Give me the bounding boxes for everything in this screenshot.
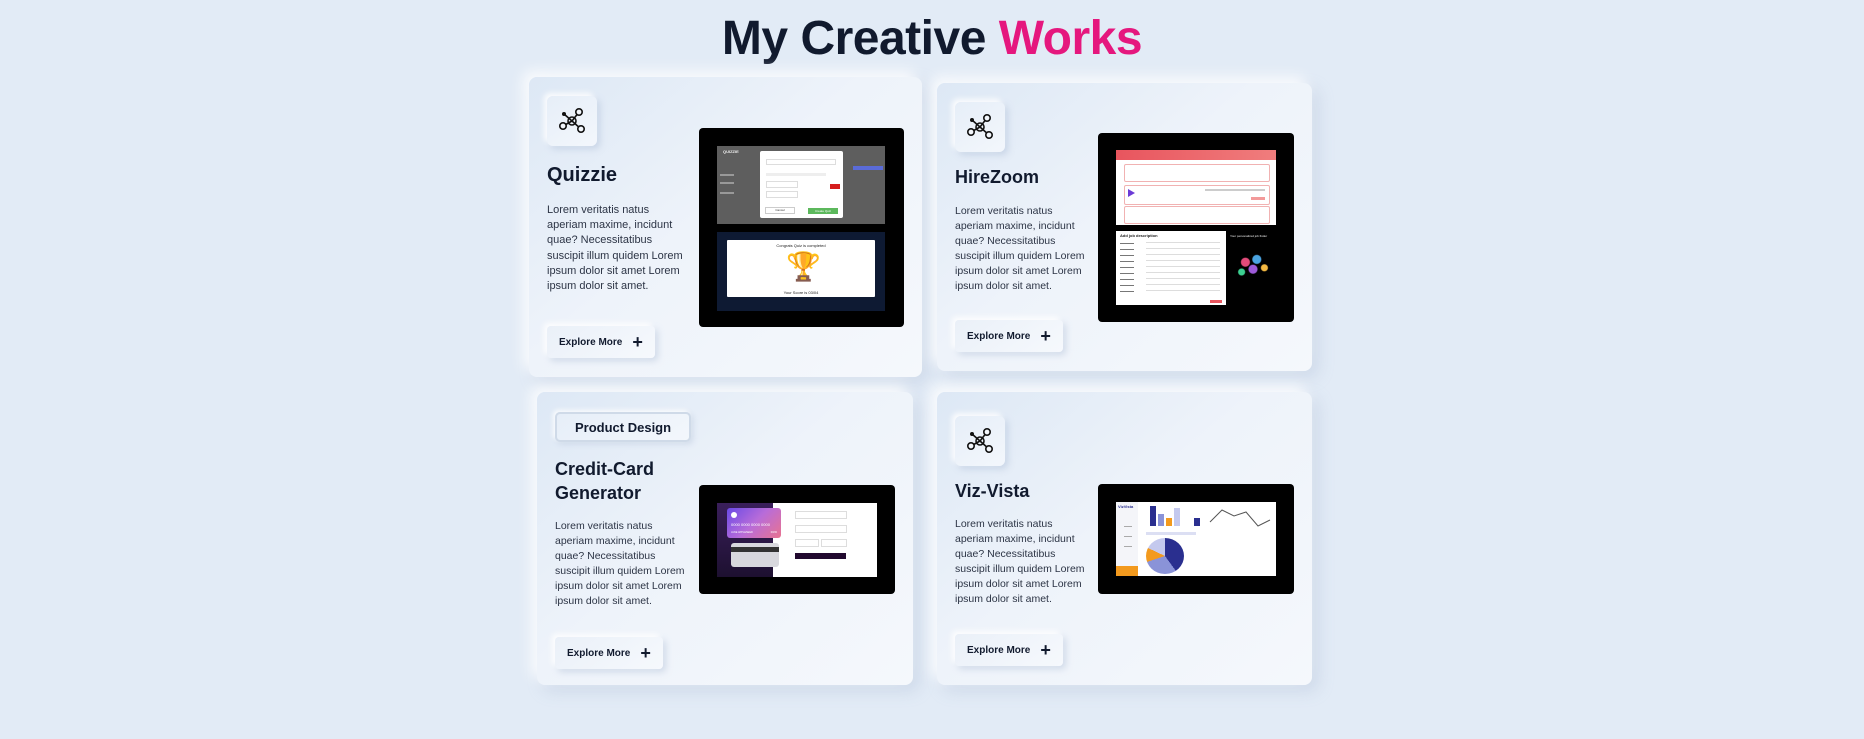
explore-more-label: Explore More [967,330,1031,342]
preview-card-number: 0000 0000 0000 0000 [731,522,770,527]
preview-brand: QUIZZIE [723,149,739,154]
preview-score: Your Score is 03/04 [783,290,819,295]
project-card-quizzie: Quizzie Lorem veritatis natus aperiam ma… [529,77,922,377]
network-icon [955,102,1005,152]
project-description: Lorem veritatis natus aperiam maxime, in… [955,518,1085,605]
project-card-viz-vista: Viz-Vista Lorem veritatis natus aperiam … [937,392,1312,685]
project-preview-image: VizVista [1098,484,1294,594]
plus-icon: + [1040,326,1051,346]
project-description: Lorem veritatis natus aperiam maxime, in… [955,205,1085,292]
explore-more-label: Explore More [567,647,631,659]
plus-icon: + [640,643,651,663]
preview-card-holder: JANE APPLESEED [731,531,753,534]
explore-more-button[interactable]: Explore More + [547,326,655,358]
project-preview-image: Add job description Your personalized jo… [1098,133,1294,322]
product-design-tag: Product Design [555,412,692,442]
preview-card-expiry: 00/00 [770,531,777,534]
explore-more-button[interactable]: Explore More + [555,637,663,669]
explore-more-label: Explore More [559,336,623,348]
preview-brand: VizVista [1118,504,1134,509]
page-title-main: My Creative [721,12,986,65]
preview-cancel: Cancel [765,207,795,214]
project-title: Credit-Card Generator [555,459,655,503]
explore-more-label: Explore More [967,644,1031,656]
plus-icon: + [1040,640,1051,660]
project-preview-image: 0000 0000 0000 0000 JANE APPLESEED 00/00 [699,485,895,594]
project-title: Quizzie [547,164,618,186]
page-title-accent: Works [998,12,1143,65]
page-title: My Creative Works [0,8,1864,70]
project-card-hirezoom: HireZoom Lorem veritatis natus aperiam m… [937,83,1312,371]
project-title: HireZoom [955,167,1040,187]
project-card-credit-card-generator: Product Design Credit-Card Generator Lor… [537,392,913,685]
preview-form-title: Add job description [1120,233,1158,238]
preview-confirm: Create Quiz [808,208,838,214]
project-preview-image: QUIZZIE Cancel Create Quiz Congrats Quiz… [699,128,904,327]
explore-more-button[interactable]: Explore More + [955,320,1063,352]
trophy-icon: 🏆 [786,251,821,282]
network-icon [955,416,1005,466]
preview-congrats: Congrats Quiz is completed [776,243,826,248]
project-description: Lorem veritatis natus aperiam maxime, in… [555,520,685,607]
project-title: Viz-Vista [955,481,1030,501]
plus-icon: + [632,332,643,352]
preview-side-text: Your personalized job finder [1230,234,1268,238]
project-description: Lorem veritatis natus aperiam maxime, in… [547,204,683,293]
explore-more-button[interactable]: Explore More + [955,634,1063,666]
network-icon [547,96,597,146]
